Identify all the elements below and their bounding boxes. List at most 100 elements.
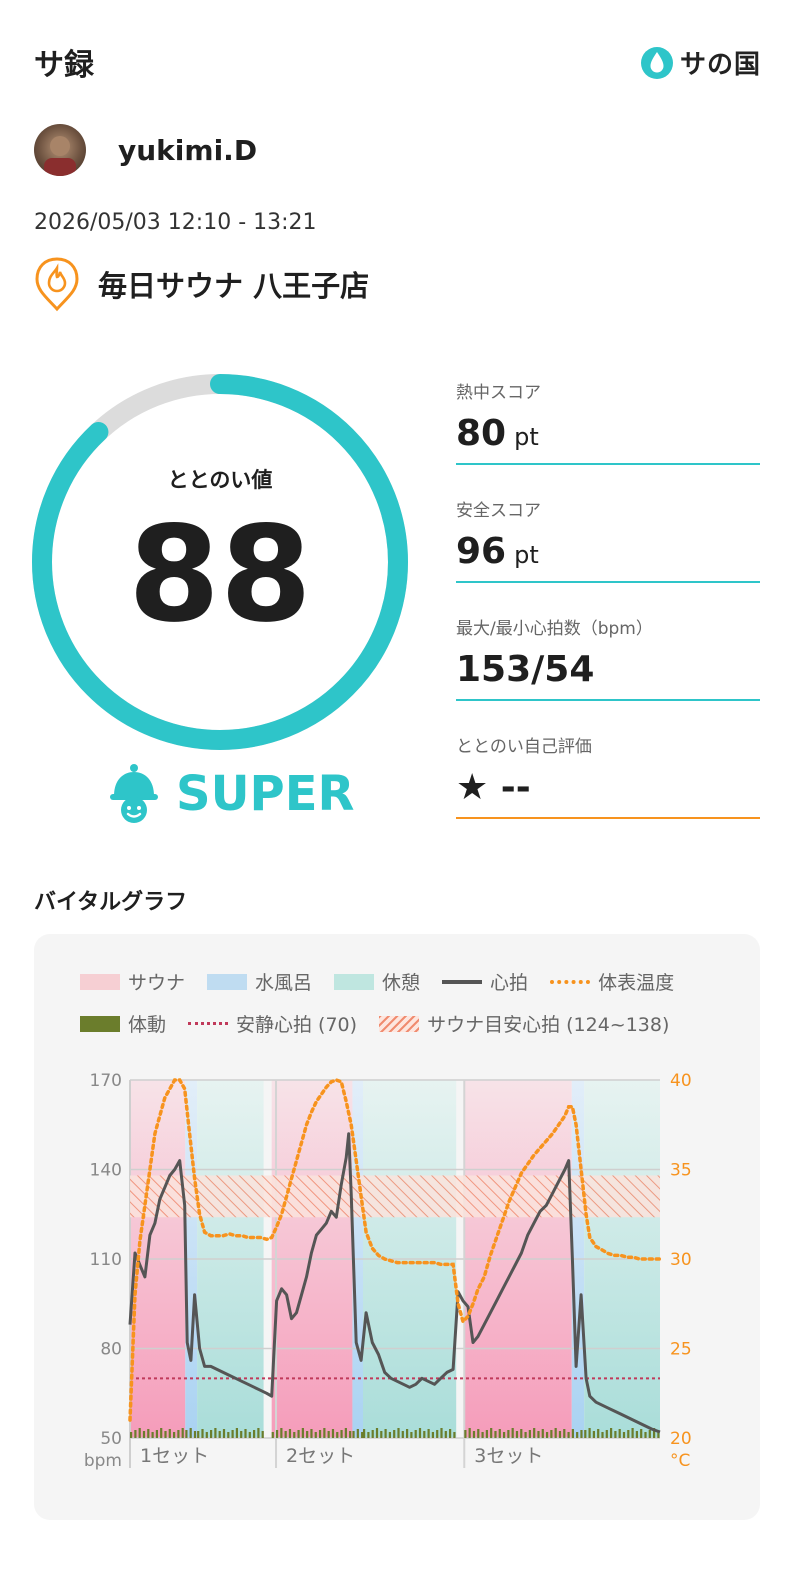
divider bbox=[456, 817, 760, 819]
avatar[interactable] bbox=[34, 124, 86, 176]
set-label: 3セット bbox=[474, 1445, 543, 1467]
motion-tick bbox=[367, 1432, 370, 1438]
motion-tick bbox=[622, 1432, 626, 1438]
motion-tick bbox=[464, 1430, 467, 1438]
heat-score-value: 80 bbox=[456, 413, 507, 454]
left-tick-label: 80 bbox=[100, 1340, 122, 1360]
motion-tick bbox=[635, 1431, 638, 1438]
motion-tick bbox=[418, 1428, 422, 1438]
target-hr-band bbox=[130, 1175, 660, 1218]
self-evaluation[interactable]: ととのい自己評価 ★ -- bbox=[456, 732, 760, 819]
motion-tick bbox=[515, 1431, 519, 1438]
motion-tick bbox=[363, 1429, 366, 1438]
sauna-flame-icon bbox=[35, 257, 79, 312]
motion-tick bbox=[558, 1431, 562, 1438]
motion-tick bbox=[507, 1430, 510, 1438]
motion-tick bbox=[444, 1431, 447, 1438]
motion-tick bbox=[371, 1430, 374, 1438]
motion-tick bbox=[550, 1430, 553, 1438]
motion-tick bbox=[580, 1430, 583, 1438]
motion-tick bbox=[218, 1431, 221, 1438]
legend-rest: 休憩 bbox=[334, 968, 420, 995]
motion-tick bbox=[618, 1429, 621, 1438]
brand-logo: サの国 bbox=[640, 44, 761, 81]
motion-tick bbox=[481, 1432, 484, 1438]
motion-tick bbox=[352, 1431, 355, 1438]
self-evaluation-value[interactable]: ★ -- bbox=[456, 767, 760, 815]
left-tick-label: 110 bbox=[90, 1250, 122, 1270]
motion-tick bbox=[490, 1428, 493, 1438]
safety-score: 安全スコア 96 pt bbox=[456, 496, 760, 583]
motion-tick bbox=[631, 1428, 634, 1438]
user-photo-icon bbox=[44, 136, 76, 176]
heart-rate-value: 153/54 bbox=[456, 649, 595, 690]
facility-name: 毎日サウナ 八王子店 bbox=[98, 269, 370, 303]
motion-tick bbox=[288, 1429, 292, 1438]
motion-tick bbox=[627, 1430, 630, 1438]
motion-tick bbox=[545, 1432, 549, 1438]
motion-tick bbox=[327, 1431, 330, 1438]
motion-tick bbox=[323, 1428, 326, 1438]
motion-tick bbox=[293, 1432, 296, 1438]
motion-tick bbox=[271, 1432, 274, 1438]
motion-tick bbox=[160, 1428, 163, 1438]
motion-tick bbox=[477, 1429, 480, 1438]
divider bbox=[456, 463, 760, 465]
motion-tick bbox=[205, 1432, 208, 1438]
motion-tick bbox=[280, 1428, 283, 1438]
motion-tick bbox=[472, 1431, 476, 1438]
motion-tick bbox=[361, 1432, 364, 1438]
legend-resting-hr: 安静心拍 (70) bbox=[188, 1010, 357, 1037]
motion-tick bbox=[253, 1430, 256, 1438]
user-name[interactable]: yukimi.D bbox=[118, 134, 257, 167]
vital-chart: 508011014017020253035401セット 2セット 3セット bpm … bbox=[84, 1071, 692, 1471]
heat-score-unit: pt bbox=[514, 423, 539, 451]
motion-tick bbox=[410, 1432, 413, 1438]
motion-tick bbox=[614, 1431, 617, 1438]
motion-tick bbox=[177, 1430, 180, 1438]
left-tick-label: 170 bbox=[90, 1071, 122, 1091]
motion-tick bbox=[567, 1432, 570, 1438]
motion-tick bbox=[284, 1431, 287, 1438]
motion-tick bbox=[164, 1431, 167, 1438]
motion-tick bbox=[533, 1428, 536, 1438]
motion-tick bbox=[498, 1429, 501, 1438]
motion-tick bbox=[431, 1432, 435, 1438]
motion-tick bbox=[449, 1429, 452, 1438]
motion-tick bbox=[644, 1432, 647, 1438]
motion-tick bbox=[563, 1429, 566, 1438]
divider bbox=[456, 699, 760, 701]
left-tick-label: 140 bbox=[90, 1161, 122, 1181]
legend-water: 水風呂 bbox=[207, 968, 312, 995]
motion-tick bbox=[193, 1431, 197, 1438]
motion-tick bbox=[453, 1432, 456, 1438]
motion-tick bbox=[168, 1429, 171, 1438]
facility[interactable]: 毎日サウナ 八王子店 bbox=[34, 256, 369, 312]
motion-tick bbox=[485, 1430, 488, 1438]
motion-tick bbox=[306, 1431, 309, 1438]
set-label: 2セット bbox=[286, 1445, 355, 1467]
motion-tick bbox=[130, 1432, 133, 1438]
motion-tick bbox=[201, 1429, 204, 1438]
motion-tick bbox=[336, 1432, 339, 1438]
divider bbox=[456, 581, 760, 583]
motion-tick bbox=[601, 1432, 604, 1438]
sauna-hat-icon bbox=[110, 764, 158, 823]
motion-tick bbox=[511, 1428, 514, 1438]
motion-tick bbox=[151, 1432, 154, 1438]
droplet-icon bbox=[641, 46, 673, 79]
motion-tick bbox=[640, 1429, 643, 1438]
legend-motion: 体動 bbox=[80, 1010, 166, 1037]
motion-tick bbox=[380, 1431, 383, 1438]
motion-tick bbox=[592, 1431, 595, 1438]
motion-tick bbox=[331, 1429, 335, 1438]
motion-tick bbox=[310, 1429, 313, 1438]
motion-tick bbox=[275, 1430, 279, 1438]
motion-tick bbox=[393, 1430, 396, 1438]
gauge-label: ととのい値 bbox=[167, 468, 273, 492]
motion-tick bbox=[554, 1428, 557, 1438]
right-tick-label: 25 bbox=[670, 1340, 692, 1360]
brand-text: サの国 bbox=[680, 50, 762, 80]
motion-tick bbox=[414, 1430, 417, 1438]
motion-tick bbox=[197, 1431, 200, 1438]
